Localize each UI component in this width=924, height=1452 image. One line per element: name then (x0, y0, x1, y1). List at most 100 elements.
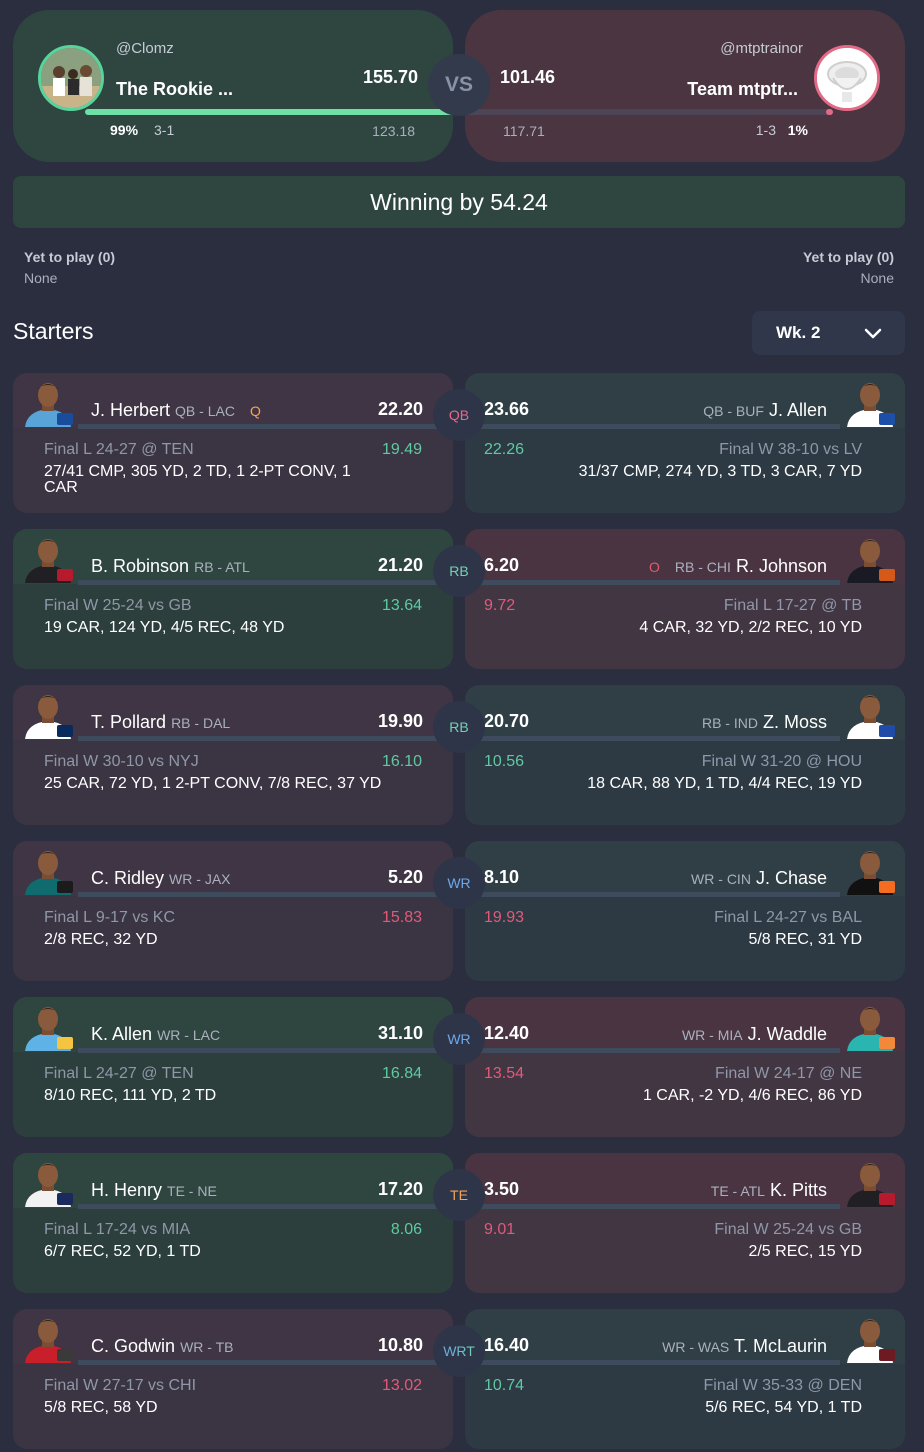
player-name[interactable]: J. Allen (769, 400, 827, 420)
away-player-card[interactable]: RB - IND Z. Moss 20.70 Final W 31-20 @ HOU… (465, 685, 905, 825)
player-name-line: C. Godwin WR - TB (91, 1336, 233, 1357)
player-name[interactable]: J. Herbert (91, 400, 170, 420)
player-game-result: Final L 24-27 @ TEN (44, 1065, 194, 1082)
player-projected-points: 15.83 (381, 909, 422, 926)
slot-badge: WR (433, 1013, 485, 1065)
player-stat-line: 6/7 REC, 52 YD, 1 TD (44, 1243, 201, 1260)
matchup-status-text: Winning by 54.24 (370, 188, 548, 215)
player-card-header (465, 1153, 905, 1208)
home-team-handle[interactable]: @Clomz (116, 40, 174, 57)
away-projected-score: 117.71 (503, 123, 545, 139)
player-name[interactable]: R. Johnson (736, 556, 827, 576)
player-game-result: Final W 25-24 vs GB (714, 1221, 862, 1238)
home-score-bar (85, 109, 453, 115)
away-team-handle[interactable]: @mtptrainor (720, 40, 803, 57)
away-team-card[interactable]: @mtptrainor Team mtptr... 101.46 1% 1-3 … (465, 10, 905, 162)
player-projected-points: 8.06 (390, 1221, 422, 1238)
away-player-card[interactable]: TE - ATL K. Pitts 3.50 Final W 25-24 vs GB… (465, 1153, 905, 1293)
away-player-card[interactable]: WR - CIN J. Chase 8.10 Final L 24-27 vs BA… (465, 841, 905, 981)
away-player-card[interactable]: O RB - CHI R. Johnson 6.20 Final L 17-27 @… (465, 529, 905, 669)
home-player-card[interactable]: J. Herbert QB - LAC Q 22.20 Final L 24-27 … (13, 373, 453, 513)
home-player-card[interactable]: B. Robinson RB - ATL 21.20 Final W 25-24 v… (13, 529, 453, 669)
player-name-line: WR - MIA J. Waddle (682, 1024, 827, 1045)
home-player-card[interactable]: C. Godwin WR - TB 10.80 Final W 27-17 vs C… (13, 1309, 453, 1449)
vs-badge: VS (428, 54, 490, 116)
player-name[interactable]: K. Allen (91, 1024, 152, 1044)
away-player-card[interactable]: QB - BUF J. Allen 23.66 Final W 38-10 vs L… (465, 373, 905, 513)
player-game-result: Final W 25-24 vs GB (44, 597, 192, 614)
player-name[interactable]: T. Pollard (91, 712, 166, 732)
away-team-avatar[interactable] (814, 45, 880, 111)
home-player-card[interactable]: H. Henry TE - NE 17.20 Final L 17-24 vs MI… (13, 1153, 453, 1293)
home-team-name[interactable]: The Rookie ... (116, 79, 233, 100)
player-name[interactable]: K. Pitts (770, 1180, 827, 1200)
player-name[interactable]: H. Henry (91, 1180, 162, 1200)
player-score-track (465, 736, 840, 741)
player-headshot-icon (847, 1319, 895, 1363)
starter-row: C. Godwin WR - TB 10.80 Final W 27-17 vs C… (0, 1309, 924, 1449)
away-player-card[interactable]: WR - WAS T. McLaurin 16.40 Final W 35-33 @… (465, 1309, 905, 1449)
player-points: 23.66 (484, 399, 530, 419)
away-team-record: 1-3 (755, 122, 776, 138)
player-points: 5.20 (387, 867, 423, 887)
player-game-result: Final W 38-10 vs LV (719, 441, 862, 458)
player-name[interactable]: J. Waddle (748, 1024, 827, 1044)
home-team-record: 3-1 (154, 122, 175, 138)
slot-label: RB (449, 563, 469, 579)
player-position-team: WR - JAX (169, 871, 231, 887)
slot-label: WR (447, 875, 471, 891)
injury-status-badge: O (649, 559, 660, 575)
player-score-track (78, 892, 453, 897)
player-game-result: Final W 35-33 @ DEN (703, 1377, 862, 1394)
player-name[interactable]: C. Ridley (91, 868, 164, 888)
slot-badge: QB (433, 389, 485, 441)
player-position-team: RB - DAL (171, 715, 231, 731)
player-game-result: Final L 9-17 vs KC (44, 909, 176, 926)
player-projected-points: 13.64 (381, 597, 422, 614)
player-projected-points: 13.54 (484, 1065, 525, 1082)
week-selector[interactable]: Wk. 2 (752, 311, 905, 355)
home-player-card[interactable]: T. Pollard RB - DAL 19.90 Final W 30-10 vs… (13, 685, 453, 825)
player-stat-line: 1 CAR, -2 YD, 4/6 REC, 86 YD (642, 1087, 862, 1104)
player-score-track (465, 1204, 840, 1209)
slot-badge: RB (433, 545, 485, 597)
away-team-name[interactable]: Team mtptr... (687, 79, 798, 100)
player-position-team: RB - ATL (194, 559, 250, 575)
player-position-team: WR - LAC (157, 1027, 221, 1043)
player-name[interactable]: Z. Moss (763, 712, 827, 732)
slot-label: WRT (443, 1343, 475, 1359)
player-name[interactable]: T. McLaurin (734, 1336, 827, 1356)
player-headshot-icon (25, 1319, 73, 1363)
home-player-card[interactable]: K. Allen WR - LAC 31.10 Final L 24-27 @ TE… (13, 997, 453, 1137)
player-headshot-icon (847, 383, 895, 427)
home-team-card[interactable]: @Clomz The Rookie ... 155.70 99% 3-1 123… (13, 10, 453, 162)
player-game-result: Final L 24-27 vs BAL (714, 909, 862, 926)
player-headshot-icon (25, 1163, 73, 1207)
player-position-team: WR - WAS (662, 1339, 730, 1355)
player-score-track (465, 580, 840, 585)
player-projected-points: 19.49 (381, 441, 422, 458)
player-points: 31.10 (377, 1023, 423, 1043)
player-position-team: WR - TB (180, 1339, 234, 1355)
player-name[interactable]: J. Chase (756, 868, 827, 888)
slot-badge: TE (433, 1169, 485, 1221)
player-score-track (78, 424, 453, 429)
player-game-result: Final W 24-17 @ NE (715, 1065, 862, 1082)
player-stat-line: 25 CAR, 72 YD, 1 2-PT CONV, 7/8 REC, 37 … (44, 775, 382, 792)
home-win-probability: 99% (110, 122, 139, 138)
player-score-track (465, 424, 840, 429)
away-win-probability: 1% (787, 122, 808, 138)
away-player-card[interactable]: WR - MIA J. Waddle 12.40 Final W 24-17 @ N… (465, 997, 905, 1137)
player-name[interactable]: B. Robinson (91, 556, 189, 576)
player-name-line: B. Robinson RB - ATL (91, 556, 250, 577)
player-projected-points: 10.56 (484, 753, 525, 770)
slot-label: QB (448, 407, 470, 423)
home-team-avatar[interactable] (38, 45, 104, 111)
player-stat-line: 8/10 REC, 111 YD, 2 TD (44, 1087, 217, 1104)
player-stat-line: 4 CAR, 32 YD, 2/2 REC, 10 YD (639, 619, 862, 636)
player-stat-line: 2/8 REC, 32 YD (44, 931, 158, 948)
player-name[interactable]: C. Godwin (91, 1336, 175, 1356)
home-player-card[interactable]: C. Ridley WR - JAX 5.20 Final L 9-17 vs KC… (13, 841, 453, 981)
player-game-result: Final W 30-10 vs NYJ (44, 753, 199, 770)
player-card-header (465, 685, 905, 740)
